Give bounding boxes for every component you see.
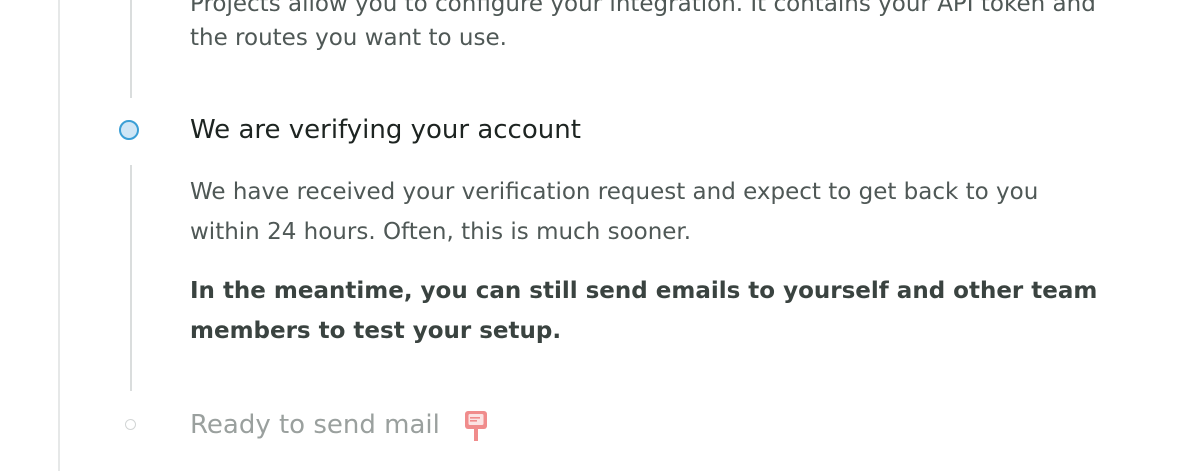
step-title-verifying: We are verifying your account [190,115,581,145]
meantime-note: members to test your setup. [190,318,562,344]
step-connector-line [130,165,132,391]
step-connector-line [130,0,132,98]
step-title-ready-to-send: Ready to send mail [190,410,440,440]
meantime-note: In the meantime, you can still send emai… [190,278,1098,304]
previous-step-description: the routes you want to use. [190,25,507,51]
onboarding-steps-panel: Projects allow you to configure your int… [0,0,1200,471]
verification-description: We have received your verification reque… [190,179,1039,205]
verification-description: within 24 hours. Often, this is much soo… [190,219,692,245]
panel-left-border [58,0,60,471]
pending-step-indicator-icon [125,419,136,430]
active-step-indicator-icon [119,120,139,140]
mailbox-icon [465,411,487,441]
